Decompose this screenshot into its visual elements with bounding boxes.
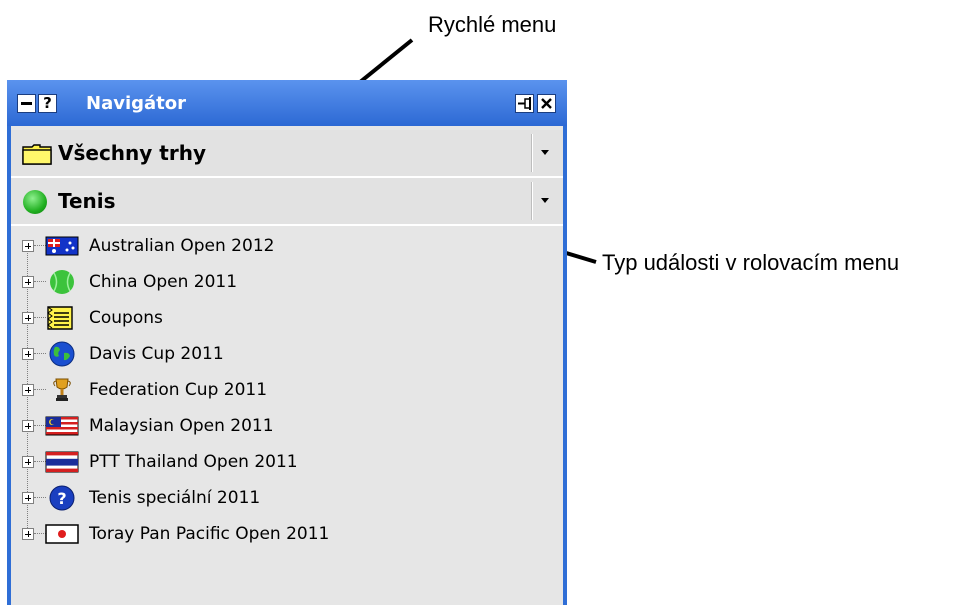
market-dropdown-label: Všechny trhy	[58, 141, 206, 165]
globe-icon	[49, 341, 75, 367]
australia-flag-icon	[45, 236, 79, 256]
tree-item-label: Australian Open 2012	[89, 236, 275, 256]
annotation-event-type: Typ události v rolovacím menu	[602, 250, 900, 275]
expand-icon[interactable]	[22, 312, 34, 324]
tree-item-label: Tenis speciální 2011	[89, 488, 261, 508]
tree-item-label: PTT Thailand Open 2011	[89, 452, 298, 472]
expand-icon[interactable]	[22, 276, 34, 288]
navigator-panel: ? Navigátor Všechny trhy Tenis Australia…	[7, 80, 567, 605]
minimize-button[interactable]	[17, 94, 36, 113]
expand-icon[interactable]	[22, 348, 34, 360]
tree-item-label: China Open 2011	[89, 272, 238, 292]
tree-item-label: Davis Cup 2011	[89, 344, 224, 364]
tree-item-label: Malaysian Open 2011	[89, 416, 274, 436]
tree-item-tenis-specialni[interactable]: ? Tenis speciální 2011	[19, 480, 539, 516]
close-button[interactable]	[537, 94, 556, 113]
tree-item-label: Federation Cup 2011	[89, 380, 268, 400]
close-icon	[541, 98, 552, 109]
tree-item-toray-pan-pacific[interactable]: Toray Pan Pacific Open 2011	[19, 516, 539, 552]
dropdown-separator	[531, 182, 533, 220]
svg-text:?: ?	[57, 489, 66, 508]
window-title: Navigátor	[86, 93, 186, 114]
expand-icon[interactable]	[22, 456, 34, 468]
help-button[interactable]: ?	[38, 94, 57, 113]
thailand-flag-icon	[45, 451, 79, 473]
tree-item-australian-open[interactable]: Australian Open 2012	[19, 228, 539, 264]
dropdown-separator	[531, 134, 533, 172]
coupon-icon	[47, 306, 73, 330]
expand-icon[interactable]	[22, 528, 34, 540]
question-icon: ?	[49, 485, 75, 511]
sport-dropdown-label: Tenis	[58, 189, 116, 213]
expand-icon[interactable]	[22, 492, 34, 504]
expand-icon[interactable]	[22, 384, 34, 396]
sport-dropdown[interactable]: Tenis	[11, 178, 563, 226]
chevron-down-icon[interactable]	[541, 150, 549, 155]
annotation-quick-menu: Rychlé menu	[428, 12, 557, 37]
pin-icon	[518, 97, 531, 110]
tree-item-coupons[interactable]: Coupons	[19, 300, 539, 336]
tree-item-malaysian-open[interactable]: Malaysian Open 2011	[19, 408, 539, 444]
tree-item-label: Toray Pan Pacific Open 2011	[89, 524, 330, 544]
trophy-icon	[53, 378, 71, 401]
navigator-content: Všechny trhy Tenis Australian Open 2012 …	[11, 126, 563, 605]
tennis-ball-icon	[50, 270, 74, 294]
japan-flag-icon	[45, 524, 79, 544]
pin-button[interactable]	[515, 94, 534, 113]
tree-item-ptt-thailand-open[interactable]: PTT Thailand Open 2011	[19, 444, 539, 480]
tree-item-davis-cup[interactable]: Davis Cup 2011	[19, 336, 539, 372]
tree-item-label: Coupons	[89, 308, 163, 328]
title-bar: ? Navigátor	[7, 80, 567, 126]
expand-icon[interactable]	[22, 240, 34, 252]
folder-icon	[22, 144, 52, 165]
chevron-down-icon[interactable]	[541, 198, 549, 203]
malaysia-flag-icon	[45, 416, 79, 436]
tree-item-china-open[interactable]: China Open 2011	[19, 264, 539, 300]
expand-icon[interactable]	[22, 420, 34, 432]
tennis-ball-icon	[23, 190, 47, 214]
market-dropdown[interactable]: Všechny trhy	[11, 130, 563, 178]
tree-item-federation-cup[interactable]: Federation Cup 2011	[19, 372, 539, 408]
